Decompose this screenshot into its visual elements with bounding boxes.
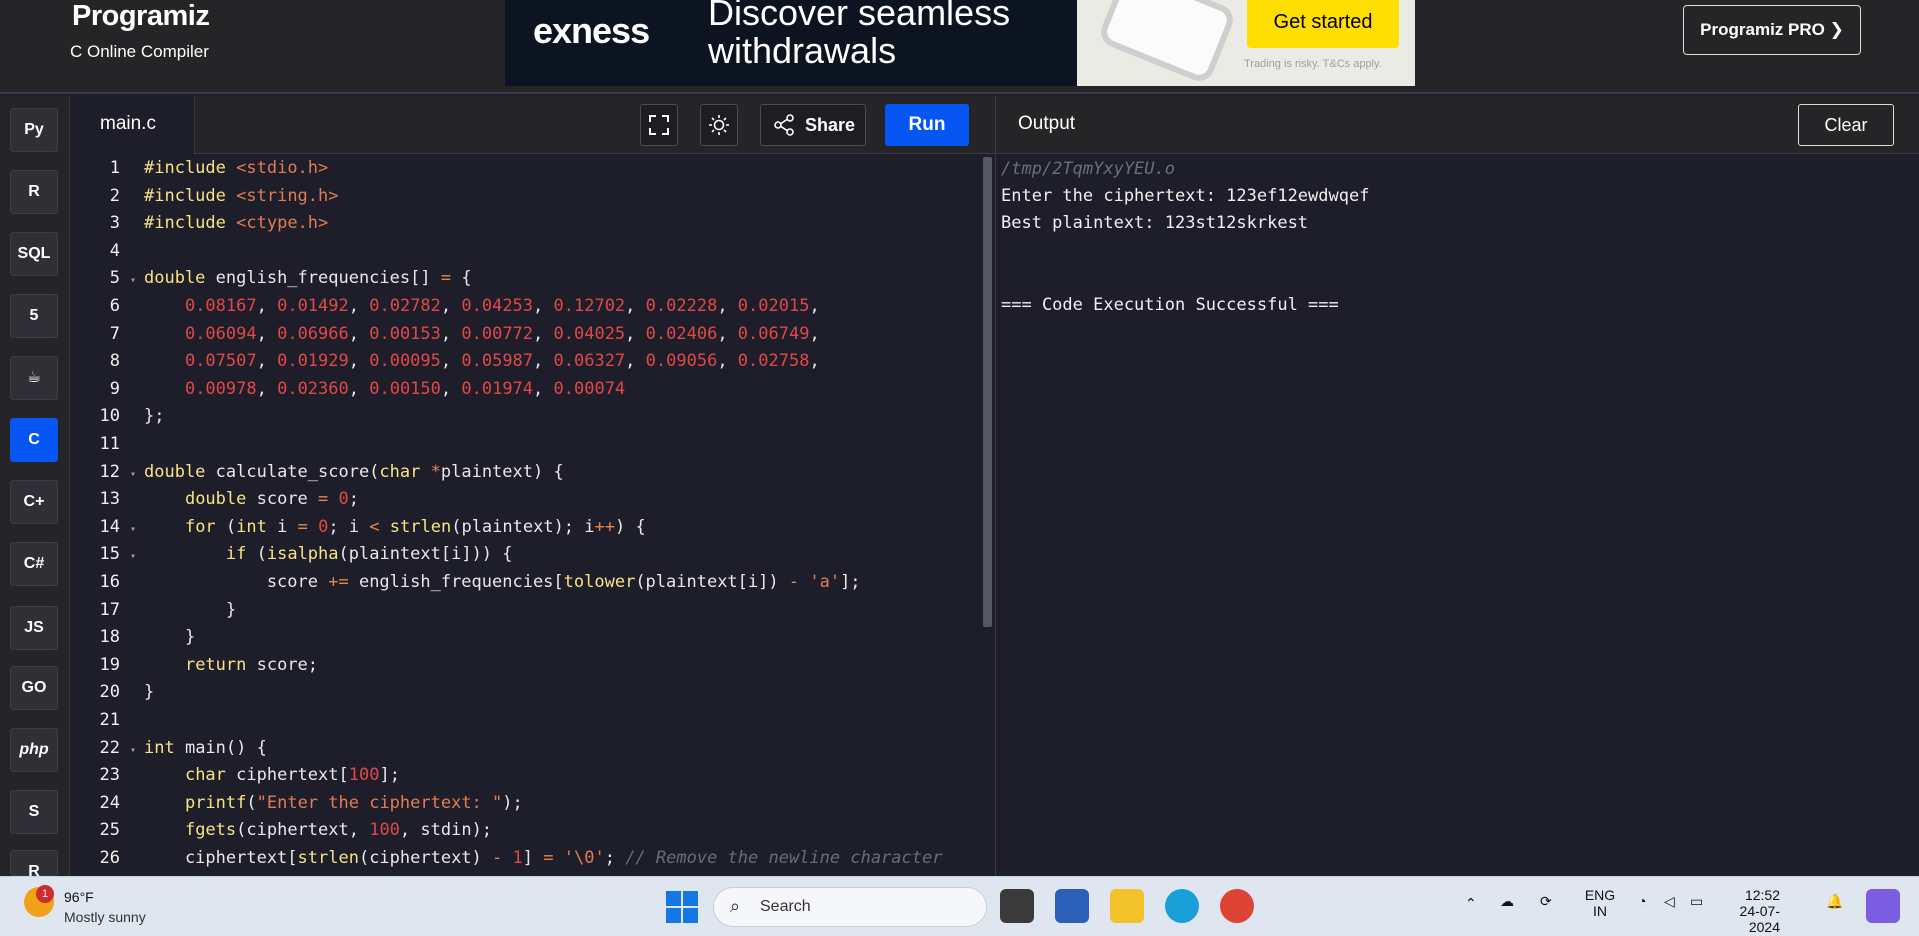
clock[interactable]: 12:52 24-07-2024 [1710,887,1780,935]
code-line: 7 0.06094, 0.06966, 0.00153, 0.00772, 0.… [109,323,820,344]
code-line: 22 ▾ int main() { [99,737,267,758]
code-line: 21 [99,710,120,730]
code-line: 16 score += english_frequencies[tolower(… [99,572,861,592]
theme-toggle-button[interactable] [700,104,738,146]
csharp-icon[interactable]: C# [10,542,58,586]
search-placeholder: Search [760,898,811,915]
fullscreen-button[interactable] [640,104,678,146]
sun-icon [709,115,729,135]
code-line: 18 } [99,627,196,648]
ad-disclaimer: Trading is risky. T&Cs apply. [1244,58,1382,70]
notification-bell-icon[interactable]: 🔔 [1826,893,1843,910]
clear-button[interactable]: Clear [1798,104,1894,146]
sql-icon[interactable]: SQL [10,232,58,276]
rust-icon[interactable]: R [10,850,58,880]
r-icon[interactable]: R [10,170,58,214]
output-path: /tmp/2TqmYxyYEU.o [1001,159,1175,179]
code-line: 20} [99,682,155,703]
python-icon[interactable]: Py [10,108,58,152]
wifi-icon[interactable]: ◔ [1638,893,1646,909]
output-line: Enter the ciphertext: 123ef12ewdwqef [1001,186,1370,206]
code-line: 1 #include <stdio.h> [109,158,329,178]
code-line: 10}; [99,406,165,427]
chrome-icon[interactable] [1220,889,1254,923]
top-bar: Programiz C Online Compiler exness Disco… [0,0,1919,94]
programiz-logo[interactable]: Programiz [72,0,210,33]
share-icon [774,114,794,136]
page-subtitle: C Online Compiler [70,42,209,61]
code-line: 8 0.07507, 0.01929, 0.00095, 0.05987, 0.… [109,351,820,372]
language-code: ENG [1584,887,1616,903]
language-indicator[interactable]: ENG IN [1584,887,1616,919]
search-icon: ⌕ [730,896,741,916]
share-label: Share [805,115,856,135]
ad-brand: exness [533,10,650,51]
phone-icon [1096,0,1238,86]
taskbar-search[interactable]: ⌕ Search [713,887,987,927]
ad-image: Get started Trading is risky. T&Cs apply… [1077,0,1415,86]
output-title: Output [1018,113,1076,134]
clock-date: 24-07-2024 [1739,903,1780,935]
editor-toolbar: main.c Share Run [70,96,995,154]
output-status: === Code Execution Successful === [1001,295,1339,315]
share-button[interactable]: Share [760,104,866,146]
code-line: 6 0.08167, 0.01492, 0.02782, 0.04253, 0.… [109,296,820,316]
ad-headline: Discover seamless withdrawals [708,0,1011,71]
output-console[interactable]: /tmp/2TqmYxyYEU.o Enter the ciphertext: … [995,155,1919,876]
code-line: 14 ▾ for (int i = 0; i < strlen(plaintext… [99,516,646,537]
code-line: 15 ▾ if (isalpha(plaintext[i])) { [99,544,513,565]
php-icon[interactable]: php [10,728,58,772]
code-line: 24 printf("Enter the ciphertext: "); [99,792,523,813]
editor-scrollbar[interactable] [983,157,992,627]
java-icon[interactable]: ☕ [10,356,58,400]
windows-taskbar: 1 96°F Mostly sunny ⌕ Search ⌃ ☁ ⟳ ENG I… [0,876,1919,936]
task-view-icon[interactable] [1000,889,1034,923]
weather-badge: 1 [36,885,54,903]
swift-icon[interactable]: S [10,790,58,834]
code-line: 5 ▾ double english_frequencies[] = { [109,268,472,289]
file-explorer-icon[interactable] [1110,889,1144,923]
onedrive-icon[interactable]: ☁ [1500,893,1514,910]
code-line: 3 #include <ctype.h> [109,213,329,234]
code-line: 23 char ciphertext[100]; [99,765,400,786]
code-line: 26 ciphertext[strlen(ciphertext) - 1] = … [99,848,943,868]
code-line: 9 0.00978, 0.02360, 0.00150, 0.01974, 0.… [109,378,626,399]
code-editor[interactable]: 1 #include <stdio.h> 2 #include <string.h>… [70,155,995,876]
advertisement-banner[interactable]: exness Discover seamless withdrawals Get… [505,0,1415,86]
weather-description[interactable]: Mostly sunny [64,909,146,925]
fullscreen-icon [649,115,669,135]
html-icon[interactable]: 5 [10,294,58,338]
code-line: 12 ▾ double calculate_score(char *plaintex… [99,461,564,482]
cpp-icon[interactable]: C+ [10,480,58,524]
code-line: 4 [109,240,120,261]
code-line: 17 } [99,599,237,620]
chevron-up-icon[interactable]: ⌃ [1465,895,1477,912]
copilot-icon[interactable] [1866,889,1900,923]
code-line: 13 double score = 0; [99,489,360,510]
ad-cta-button[interactable]: Get started [1247,0,1399,48]
c-icon[interactable]: C [10,418,58,462]
go-icon[interactable]: GO [10,666,58,710]
sync-icon[interactable]: ⟳ [1540,893,1552,910]
output-header: Output Clear [995,96,1919,154]
clock-time: 12:52 [1744,887,1780,903]
edge-icon[interactable] [1165,889,1199,923]
language-sidebar: Py R SQL 5 ☕ C C+ C# JS GO php S R [0,96,70,880]
battery-icon[interactable]: ▭ [1690,893,1703,910]
code-line: 2 #include <string.h> [109,185,339,206]
output-line: Best plaintext: 123st12skrkest [1001,213,1309,233]
region-code: IN [1593,903,1607,919]
run-button[interactable]: Run [885,104,969,146]
javascript-icon[interactable]: JS [10,606,58,650]
store-icon[interactable] [1055,889,1089,923]
volume-icon[interactable]: ◁ [1664,893,1675,910]
temperature[interactable]: 96°F [64,889,94,905]
programiz-pro-button[interactable]: Programiz PRO ❯ [1683,5,1861,55]
code-line: 19 return score; [99,654,319,675]
file-tab-main-c[interactable]: main.c [70,96,195,154]
windows-start-icon[interactable] [666,891,698,923]
code-line: 25 fgets(ciphertext, 100, stdin); [99,820,493,841]
code-line: 11 [99,434,120,454]
